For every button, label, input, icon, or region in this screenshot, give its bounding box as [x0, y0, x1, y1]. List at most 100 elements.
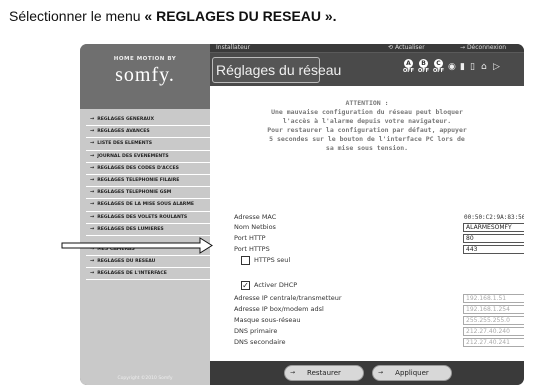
sidebar-item-lumieres[interactable]: → REGLAGES DES LUMIERES [86, 224, 210, 236]
ip-box-field[interactable]: 192.168.1.254 [463, 305, 524, 314]
https-port-label: Port HTTPS [234, 245, 270, 253]
sidebar-item-liste-elements[interactable]: → LISTE DES ELEMENTS [86, 138, 210, 151]
refresh-icon: ⟲ [388, 44, 395, 51]
https-only-label: HTTPS seul [254, 256, 291, 264]
arrow-right-icon: → [90, 270, 95, 277]
wifi-icon: ◉ [448, 62, 456, 72]
warning-line: 5 secondes sur le bouton de l'interface … [269, 135, 465, 143]
zone-b-off: OFF [417, 68, 430, 74]
sidebar-item-codes-acces[interactable]: → REGLAGES DES CODES D'ACCES [86, 163, 210, 175]
sidebar-item-reglages-interface[interactable]: → REGLAGES DE L'INTERFACE [86, 268, 210, 281]
dhcp-label: Activer DHCP [254, 281, 298, 289]
sidebar-item-label: REGLAGES DES VOLETS ROULANTS [97, 214, 188, 220]
page-header: Réglages du réseau A OFF B OFF C OFF ◉ ▮ ▯ … [210, 53, 524, 86]
subnet-mask-field[interactable]: 255.255.255.0 [463, 316, 524, 325]
dns-secondary-field[interactable]: 212.27.40.241 [463, 338, 524, 347]
sidebar-item-label: MES CAMERAS [97, 246, 135, 252]
arrow-right-icon: → [90, 140, 95, 147]
instruction-text: Sélectionner le menu [9, 8, 145, 24]
zone-c-status: C OFF [432, 59, 445, 77]
arrow-right-icon: → [90, 213, 95, 220]
mac-label: Adresse MAC [234, 213, 277, 221]
arrow-right-icon: → [90, 128, 95, 135]
refresh-label: Actualiser [394, 44, 425, 51]
warning-line: Pour restaurer la configuration par défa… [267, 126, 467, 134]
sidebar-item-reglages-generaux[interactable]: → REGLAGES GENERAUX [86, 114, 210, 127]
arrow-right-icon: → [90, 116, 95, 122]
restore-label: Restaurer [307, 369, 341, 377]
sidebar-nav: → REGLAGES GENERAUX → REGLAGES AVANCES → LI… [86, 114, 210, 281]
sidebar-item-mes-cameras[interactable]: → MES CAMERAS [86, 244, 210, 257]
sidebar-item-reglages-avances[interactable]: → REGLAGES AVANCES [86, 126, 210, 139]
warning-message: ATTENTION : Une mauvaise configuration d… [210, 99, 524, 153]
ip-central-label: Adresse IP centrale/transmetteur [234, 294, 342, 302]
logo: HOME MOTION BY somfy. [80, 44, 210, 109]
arrow-right-icon: → [90, 245, 95, 252]
mac-value: 00:50:C2:9A:83:56 [464, 214, 524, 221]
sidebar: HOME MOTION BY somfy. → REGLAGES GENERAUX… [80, 44, 210, 385]
arrow-right-icon: → [90, 258, 95, 265]
zone-a-status: A OFF [402, 59, 415, 77]
sidebar-item-label: REGLAGES DES CODES D'ACCES [97, 165, 179, 171]
instruction-heading: Sélectionner le menu « REGLAGES DU RESEA… [9, 8, 337, 24]
logo-brand-name: somfy. [115, 64, 175, 86]
zone-b-letter: B [419, 59, 428, 68]
netbios-label: Nom Netbios [234, 223, 276, 231]
netbios-field[interactable]: ALARMESOMFY [463, 223, 524, 232]
http-port-label: Port HTTP [234, 234, 266, 242]
sidebar-item-label: REGLAGES DES LUMIERES [97, 226, 164, 232]
apply-button[interactable]: → Appliquer [372, 365, 452, 381]
warning-line: l'accès à l'alarme depuis votre navigate… [282, 117, 452, 125]
logo-tagline: HOME MOTION BY [113, 56, 177, 62]
restore-button[interactable]: → Restaurer [284, 365, 364, 381]
sidebar-item-telephonie-gsm[interactable]: → REGLAGES TELEPHONIE GSM [86, 187, 210, 200]
top-bar: Installateur ⟲ Actualiser → Déconnexion [210, 44, 524, 52]
app-window: HOME MOTION BY somfy. → REGLAGES GENERAUX… [80, 44, 524, 385]
action-bar: → Restaurer → Appliquer [210, 361, 524, 385]
apply-label: Appliquer [395, 369, 429, 377]
instruction-menu-name: « REGLAGES DU RESEAU ». [144, 8, 337, 24]
arrow-right-icon: → [90, 189, 95, 196]
arrow-right-icon: → [90, 152, 95, 159]
http-port-field[interactable]: 80 [463, 234, 524, 243]
signal-icon: ▮ [460, 62, 465, 72]
ip-central-field[interactable]: 192.168.1.51 [463, 294, 524, 303]
user-role: Installateur [216, 44, 251, 51]
dns-secondary-label: DNS secondaire [234, 338, 286, 346]
dns-primary-label: DNS primaire [234, 327, 278, 335]
sidebar-item-label: REGLAGES GENERAUX [97, 117, 155, 122]
settings-content: ATTENTION : Une mauvaise configuration d… [210, 86, 524, 361]
subnet-mask-label: Masque sous-réseau [234, 316, 301, 324]
main-panel: Installateur ⟲ Actualiser → Déconnexion … [210, 44, 524, 385]
sidebar-item-journal-evenements[interactable]: → JOURNAL DES EVENEMENTS [86, 151, 210, 163]
zone-b-status: B OFF [417, 59, 430, 77]
copyright: Copyright ©2010 Somfy [117, 376, 173, 381]
sidebar-item-label: REGLAGES TELEPHONIE GSM [97, 190, 172, 196]
battery-icon: ▯ [470, 62, 475, 72]
sidebar-item-label: REGLAGES TELEPHONIE FILAIRE [97, 177, 180, 183]
sidebar-item-label: JOURNAL DES EVENEMENTS [97, 153, 169, 159]
sidebar-item-reglages-reseau[interactable]: → REGLAGES DU RESEAU [86, 256, 210, 269]
dhcp-checkbox[interactable]: ✓ [241, 281, 250, 290]
home-icon: ⌂ [481, 62, 487, 72]
dns-primary-field[interactable]: 212.27.40.240 [463, 327, 524, 336]
https-only-checkbox[interactable] [241, 256, 250, 265]
zone-a-letter: A [404, 59, 413, 68]
arrow-right-icon: → [90, 176, 95, 183]
zone-c-letter: C [434, 59, 443, 68]
sidebar-item-mise-sous-alarme[interactable]: → REGLAGES DE LA MISE SOUS ALARME [86, 199, 210, 212]
arrow-right-icon: → [90, 225, 95, 232]
sidebar-item-telephonie-filaire[interactable]: → REGLAGES TELEPHONIE FILAIRE [86, 175, 210, 188]
logout-label: Déconnexion [466, 44, 507, 51]
refresh-link[interactable]: ⟲ Actualiser [388, 44, 425, 52]
https-port-field[interactable]: 443 [463, 245, 524, 254]
sidebar-item-label: REGLAGES AVANCES [97, 129, 150, 135]
logout-link[interactable]: → Déconnexion [460, 44, 506, 52]
arrow-right-icon: → [90, 201, 95, 208]
ip-box-label: Adresse IP box/modem adsl [234, 305, 324, 313]
sidebar-item-volets-roulants[interactable]: → REGLAGES DES VOLETS ROULANTS [86, 212, 210, 224]
sidebar-item-label: LISTE DES ELEMENTS [97, 141, 153, 147]
logout-icon: → [460, 44, 467, 51]
check-icon: ✓ [242, 281, 249, 290]
sidebar-item-label: REGLAGES DE L'INTERFACE [97, 271, 167, 277]
